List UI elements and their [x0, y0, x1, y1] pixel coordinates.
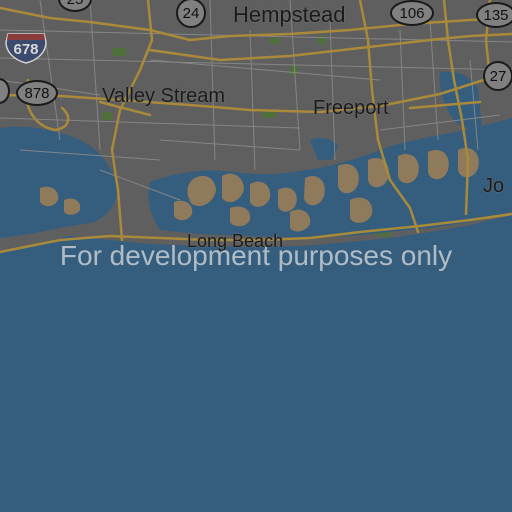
interstate-678-shield-icon: 678 [4, 32, 48, 64]
place-label-hempstead: Hempstead [233, 2, 346, 27]
interstate-678-number: 678 [13, 41, 39, 58]
route-135-shield-icon: 135 [476, 2, 512, 28]
route-27-shield-icon: 27 [483, 61, 512, 91]
route-106-number: 106 [399, 4, 425, 22]
route-878-number: 878 [24, 84, 50, 102]
route-27-number: 27 [489, 67, 507, 85]
route-24-number: 24 [182, 4, 200, 22]
place-label-valley-stream: Valley Stream [102, 85, 226, 107]
map-viewport[interactable]: 25 24 106 135 27 878 678 Hempstead Valle… [0, 0, 512, 512]
route-135-number: 135 [483, 6, 509, 24]
route-25-number: 25 [67, 0, 84, 8]
route-106-shield-icon: 106 [390, 0, 434, 26]
development-watermark: For development purposes only [59, 240, 453, 271]
place-label-jones-partial: Jo [483, 175, 505, 197]
place-label-freeport: Freeport [313, 97, 389, 119]
route-878-shield-icon: 878 [16, 80, 58, 106]
